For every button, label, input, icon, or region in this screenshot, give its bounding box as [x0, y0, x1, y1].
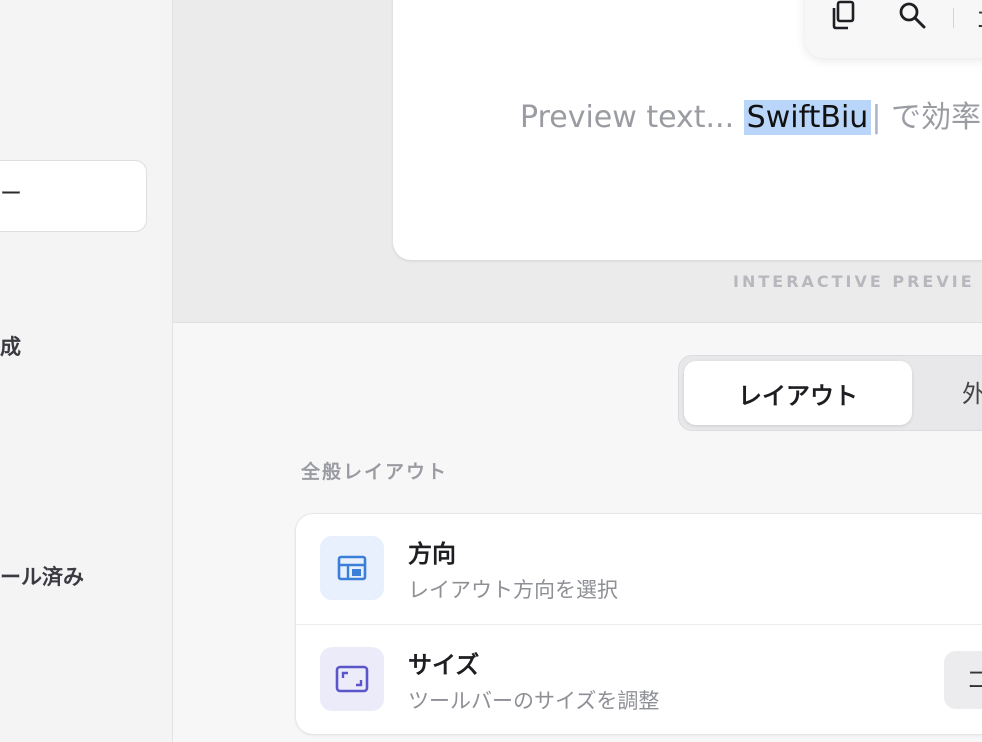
- tab-appearance[interactable]: 外: [962, 374, 982, 409]
- copy-icon: [829, 0, 859, 35]
- settings-panel: レイアウト 外 全般レイアウト 方向 レイアウト方向を選択 サイズ ツールバーの…: [173, 323, 982, 742]
- preview-text[interactable]: Preview text... SwiftBiu | で効率: [520, 96, 981, 140]
- toolbar-separator: [953, 8, 954, 28]
- preview-selected-text: SwiftBiu: [743, 100, 872, 135]
- layout-icon: [320, 536, 384, 600]
- floating-toolbar: コ: [805, 0, 982, 58]
- sidebar-item-installed[interactable]: ール済み: [0, 562, 84, 592]
- sidebar-item-generated[interactable]: 成: [0, 332, 21, 362]
- sidebar-search-text: ー: [0, 182, 23, 207]
- sidebar: ー 成 ール済み: [0, 0, 173, 742]
- section-title: 全般レイアウト: [301, 461, 449, 483]
- settings-card: 方向 レイアウト方向を選択 サイズ ツールバーのサイズを調整 コ: [295, 513, 982, 735]
- app-window: ー 成 ール済み Preview text... SwiftBiu| で効率: [0, 0, 982, 742]
- preview-caption: INTERACTIVE PREVIE: [733, 272, 975, 291]
- setting-subtitle-size: ツールバーのサイズを調整: [408, 689, 660, 713]
- copy-button[interactable]: [827, 0, 861, 34]
- search-icon: [897, 0, 927, 34]
- resize-icon: [320, 647, 384, 711]
- setting-row-size[interactable]: サイズ ツールバーのサイズを調整 コ: [296, 625, 982, 735]
- preview-text-before: Preview text...: [520, 100, 744, 135]
- text-caret: |: [871, 100, 882, 135]
- sidebar-search-field[interactable]: [0, 160, 147, 232]
- search-button[interactable]: [895, 0, 929, 34]
- preview-card: Preview text... SwiftBiu | で効率: [393, 0, 982, 260]
- setting-row-direction[interactable]: 方向 レイアウト方向を選択: [296, 514, 982, 624]
- preview-area: Preview text... SwiftBiu | で効率 INTERACTI…: [173, 0, 982, 323]
- size-select[interactable]: コ: [944, 651, 982, 709]
- setting-subtitle-direction: レイアウト方向を選択: [408, 578, 618, 602]
- preview-text-after: で効率: [881, 100, 981, 135]
- toolbar-more-button[interactable]: コ: [975, 0, 982, 35]
- setting-title-size: サイズ: [408, 651, 480, 679]
- setting-title-direction: 方向: [408, 540, 456, 568]
- tab-layout[interactable]: レイアウト: [684, 361, 912, 425]
- tab-bar: レイアウト 外: [678, 355, 982, 431]
